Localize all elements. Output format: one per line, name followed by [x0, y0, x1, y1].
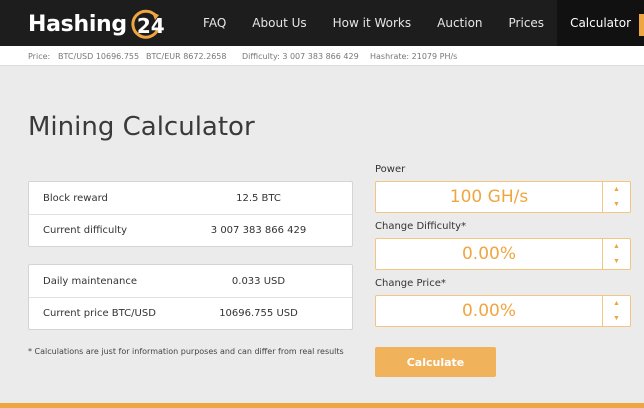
info-row-daily-maintenance: Daily maintenance 0.033 USD: [29, 265, 352, 297]
nav-faq[interactable]: FAQ: [190, 0, 239, 46]
ticker-btc-usd: BTC/USD 10696.755: [58, 52, 140, 61]
logo-mark: 24: [128, 9, 165, 39]
current-difficulty-value: 3 007 383 866 429: [210, 225, 307, 236]
page-title: Mining Calculator: [28, 112, 255, 142]
change-price-decrement-icon[interactable]: ▼: [603, 311, 630, 326]
change-difficulty-spinner: ▲ ▼: [602, 239, 630, 269]
power-decrement-icon[interactable]: ▼: [603, 197, 630, 212]
bottom-accent-bar: [0, 403, 644, 408]
change-price-spinner: ▲ ▼: [602, 296, 630, 326]
disclaimer-text: * Calculations are just for information …: [28, 347, 344, 356]
nav-prices[interactable]: Prices: [496, 0, 558, 46]
price-ticker: Price: BTC/USD 10696.755 BTC/EUR 8672.26…: [0, 46, 644, 66]
daily-maintenance-label: Daily maintenance: [43, 275, 137, 287]
nav-calculator[interactable]: Calculator: [557, 0, 644, 46]
power-label: Power: [375, 164, 406, 175]
current-price-label: Current price BTC/USD: [43, 308, 156, 319]
block-reward-label: Block reward: [43, 192, 108, 204]
current-price-value: 10696.755 USD: [219, 308, 298, 319]
power-input[interactable]: [376, 182, 602, 212]
ticker-difficulty: Difficulty: 3 007 383 866 429: [242, 52, 359, 61]
info-row-current-difficulty: Current difficulty 3 007 383 866 429: [29, 214, 352, 246]
change-price-field: ▲ ▼: [375, 295, 631, 327]
ticker-btc-eur: BTC/EUR 8672.2658: [146, 52, 227, 61]
info-row-block-reward: Block reward 12.5 BTC: [29, 182, 352, 214]
change-price-input[interactable]: [376, 296, 602, 326]
logo[interactable]: Hashing 24: [28, 8, 165, 40]
nav-how-it-works[interactable]: How it Works: [320, 0, 425, 46]
ticker-price-label: Price:: [28, 52, 51, 61]
calculate-button[interactable]: Calculate: [375, 347, 496, 377]
top-navbar: Hashing 24 FAQ About Us How it Works Auc…: [0, 0, 644, 46]
change-difficulty-label: Change Difficulty*: [375, 221, 467, 232]
change-price-increment-icon[interactable]: ▲: [603, 296, 630, 311]
power-increment-icon[interactable]: ▲: [603, 182, 630, 197]
logo-text: Hashing: [28, 11, 127, 37]
current-difficulty-label: Current difficulty: [43, 225, 127, 236]
logo-number: 24: [136, 14, 165, 38]
nav-edge-accent: [639, 14, 644, 36]
block-reward-value: 12.5 BTC: [236, 192, 281, 204]
info-row-current-price: Current price BTC/USD 10696.755 USD: [29, 297, 352, 329]
main-nav: FAQ About Us How it Works Auction Prices…: [190, 0, 644, 46]
daily-maintenance-value: 0.033 USD: [231, 275, 286, 287]
change-difficulty-input[interactable]: [376, 239, 602, 269]
nav-about-us[interactable]: About Us: [239, 0, 319, 46]
reward-card: Block reward 12.5 BTC Current difficulty…: [28, 181, 353, 247]
change-price-label: Change Price*: [375, 278, 446, 289]
change-difficulty-increment-icon[interactable]: ▲: [603, 239, 630, 254]
change-difficulty-field: ▲ ▼: [375, 238, 631, 270]
ticker-hashrate: Hashrate: 21079 PH/s: [370, 52, 458, 61]
change-difficulty-decrement-icon[interactable]: ▼: [603, 254, 630, 269]
cost-card: Daily maintenance 0.033 USD Current pric…: [28, 264, 353, 330]
power-spinner: ▲ ▼: [602, 182, 630, 212]
power-field: ▲ ▼: [375, 181, 631, 213]
nav-auction[interactable]: Auction: [424, 0, 495, 46]
